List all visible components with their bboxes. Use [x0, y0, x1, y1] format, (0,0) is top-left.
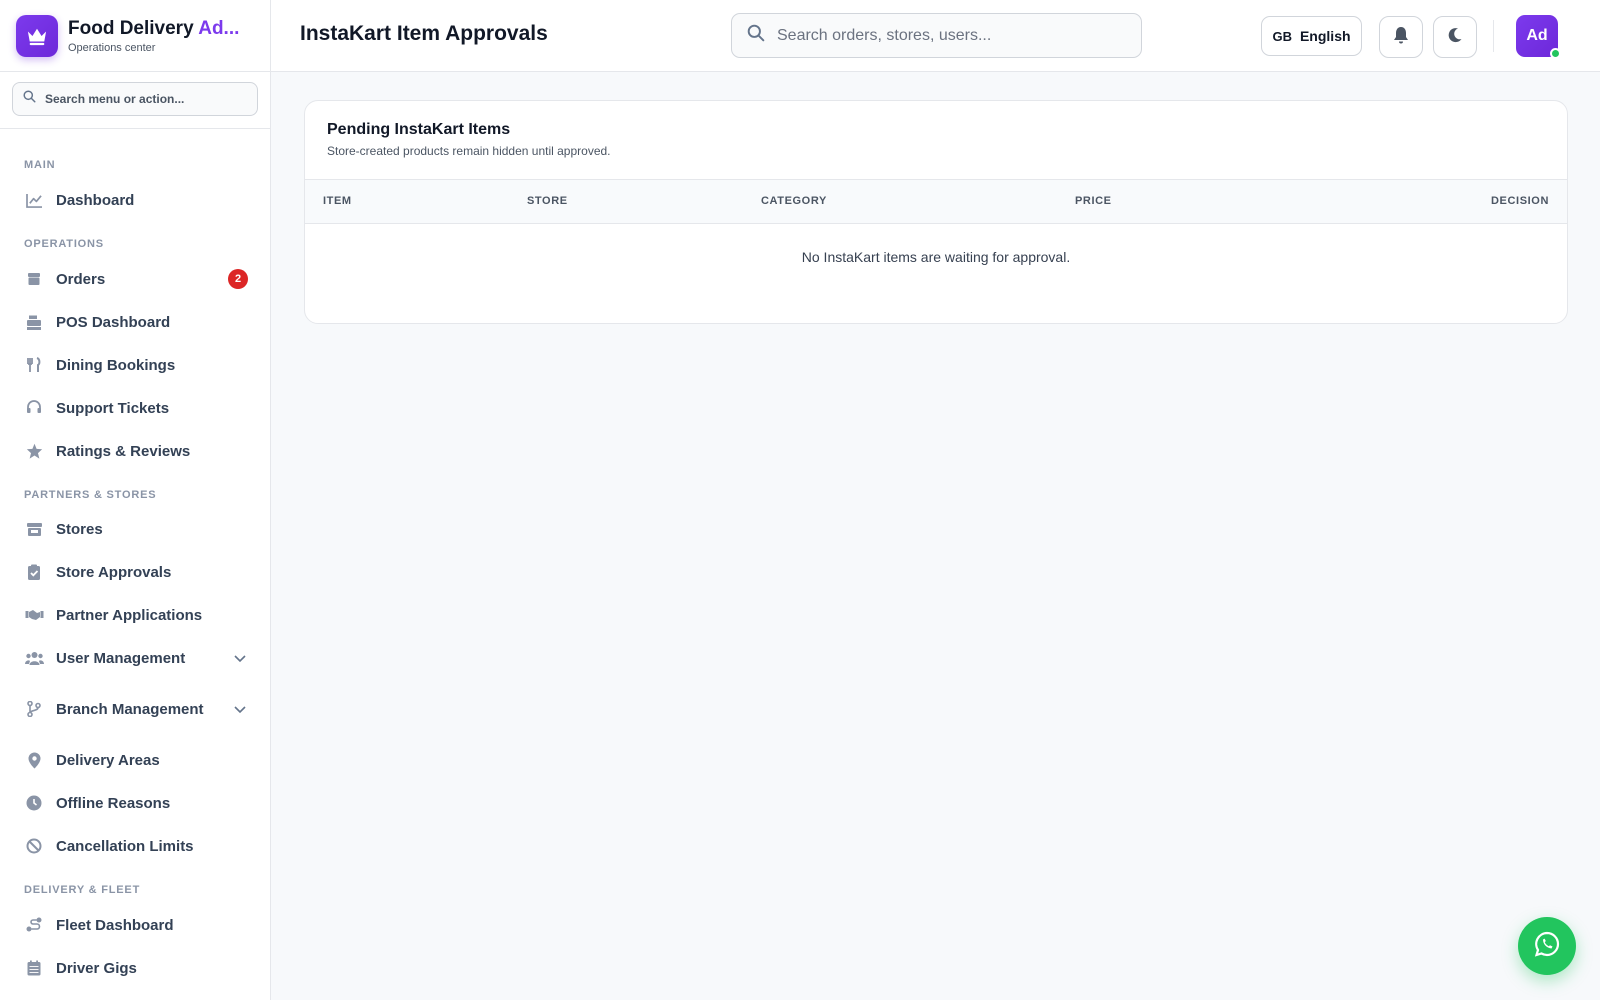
language-button[interactable]: GB English — [1261, 16, 1362, 56]
global-search-placeholder: Search orders, stores, users... — [777, 26, 992, 44]
brand-subtitle: Operations center — [68, 41, 156, 54]
sidebar-item-label: Orders — [56, 270, 106, 288]
sidebar-item-user-management[interactable]: User Management — [24, 643, 248, 673]
users-icon — [24, 648, 44, 668]
search-icon — [23, 90, 36, 108]
ban-icon — [24, 836, 44, 856]
sidebar-item-support-tickets[interactable]: Support Tickets — [24, 393, 248, 423]
crown-icon — [16, 14, 58, 57]
handshake-icon — [24, 605, 44, 625]
search-icon — [747, 24, 765, 47]
sidebar-item-dining-bookings[interactable]: Dining Bookings — [24, 350, 248, 380]
column-header-item: ITEM — [323, 195, 352, 207]
sidebar-item-branch-management[interactable]: Branch Management — [24, 694, 248, 724]
sidebar-item-store-approvals[interactable]: Store Approvals — [24, 557, 248, 587]
orders-count-badge: 2 — [228, 269, 248, 289]
column-header-decision: DECISION — [1491, 195, 1549, 207]
moon-icon — [1447, 27, 1463, 48]
sidebar-item-label: Driver Gigs — [56, 959, 137, 977]
column-header-store: STORE — [527, 195, 568, 207]
avatar[interactable]: Ad — [1516, 15, 1561, 59]
utensils-icon — [24, 355, 44, 375]
sidebar-item-partner-applications[interactable]: Partner Applications — [24, 600, 248, 630]
sidebar-item-cancellation-limits[interactable]: Cancellation Limits — [24, 831, 248, 861]
cash-register-icon — [24, 312, 44, 332]
sidebar-item-label: Ratings & Reviews — [56, 442, 191, 460]
sidebar-item-pos-dashboard[interactable]: POS Dashboard — [24, 307, 248, 337]
menu-search-input[interactable]: Search menu or action... — [12, 82, 258, 116]
section-operations: OPERATIONS — [24, 238, 104, 250]
sidebar-item-label: Cancellation Limits — [56, 837, 194, 855]
sidebar-item-orders[interactable]: Orders 2 — [24, 264, 248, 294]
sidebar-item-stores[interactable]: Stores — [24, 514, 248, 544]
chart-line-icon — [24, 190, 44, 210]
sidebar-item-label: Offline Reasons — [56, 794, 171, 812]
sidebar-item-label: Branch Management — [56, 700, 204, 718]
menu-search-placeholder: Search menu or action... — [45, 92, 185, 106]
column-header-price: PRICE — [1075, 195, 1112, 207]
sidebar: Food Delivery Ad... Operations center Se… — [0, 0, 271, 1000]
sidebar-item-label: User Management — [56, 649, 186, 667]
card-subtitle: Store-created products remain hidden unt… — [327, 144, 611, 158]
sidebar-item-offline-reasons[interactable]: Offline Reasons — [24, 788, 248, 818]
sidebar-item-ratings-reviews[interactable]: Ratings & Reviews — [24, 436, 248, 466]
chevron-down-icon[interactable] — [232, 650, 248, 666]
empty-state-message: No InstaKart items are waiting for appro… — [801, 249, 1071, 265]
map-pin-icon — [24, 750, 44, 770]
sidebar-item-label: POS Dashboard — [56, 313, 171, 331]
top-header: InstaKart Item Approvals Search orders, … — [271, 0, 1600, 72]
dark-mode-toggle[interactable] — [1433, 16, 1477, 58]
column-header-category: CATEGORY — [761, 195, 827, 207]
sidebar-item-label: Partner Applications — [56, 606, 203, 624]
store-icon — [24, 519, 44, 539]
sidebar-item-delivery-areas[interactable]: Delivery Areas — [24, 745, 248, 775]
language-label: English — [1299, 28, 1351, 44]
sidebar-item-label: Store Approvals — [56, 563, 172, 581]
calendar-icon — [24, 958, 44, 978]
star-icon — [24, 441, 44, 461]
online-status-dot — [1550, 48, 1561, 59]
sidebar-item-driver-gigs[interactable]: Driver Gigs — [24, 953, 248, 983]
whatsapp-icon — [1534, 931, 1560, 962]
sidebar-item-label: Support Tickets — [56, 399, 170, 417]
code-branch-icon — [24, 699, 44, 719]
sidebar-item-label: Stores — [56, 520, 103, 538]
section-delivery-fleet: DELIVERY & FLEET — [24, 884, 141, 896]
card-title: Pending InstaKart Items — [327, 121, 511, 138]
notifications-button[interactable] — [1379, 16, 1423, 58]
route-icon — [24, 915, 44, 935]
clipboard-check-icon — [24, 562, 44, 582]
global-search-input[interactable]: Search orders, stores, users... — [731, 13, 1142, 58]
sidebar-item-fleet-dashboard[interactable]: Fleet Dashboard — [24, 910, 248, 940]
bell-icon — [1393, 26, 1409, 49]
chevron-down-icon[interactable] — [232, 701, 248, 717]
header-divider — [1493, 20, 1494, 52]
clock-icon — [24, 793, 44, 813]
language-code: GB — [1272, 28, 1292, 44]
sidebar-item-label: Dining Bookings — [56, 356, 176, 374]
section-main: MAIN — [24, 159, 56, 171]
sidebar-item-label: Delivery Areas — [56, 751, 160, 769]
table-header: ITEM STORE CATEGORY PRICE DECISION — [305, 179, 1567, 224]
sidebar-item-label: Fleet Dashboard — [56, 916, 174, 934]
brand-title: Food Delivery Ad... — [68, 17, 240, 39]
sidebar-item-dashboard[interactable]: Dashboard — [24, 185, 248, 215]
sidebar-item-label: Dashboard — [56, 191, 135, 209]
brand[interactable]: Food Delivery Ad... Operations center — [0, 0, 270, 72]
headset-icon — [24, 398, 44, 418]
whatsapp-chat-button[interactable] — [1518, 917, 1576, 975]
avatar-initials: Ad — [1526, 27, 1548, 44]
page-title: InstaKart Item Approvals — [300, 22, 548, 45]
section-partners-stores: PARTNERS & STORES — [24, 489, 157, 501]
pending-items-card: Pending InstaKart Items Store-created pr… — [304, 100, 1568, 324]
box-icon — [24, 269, 44, 289]
